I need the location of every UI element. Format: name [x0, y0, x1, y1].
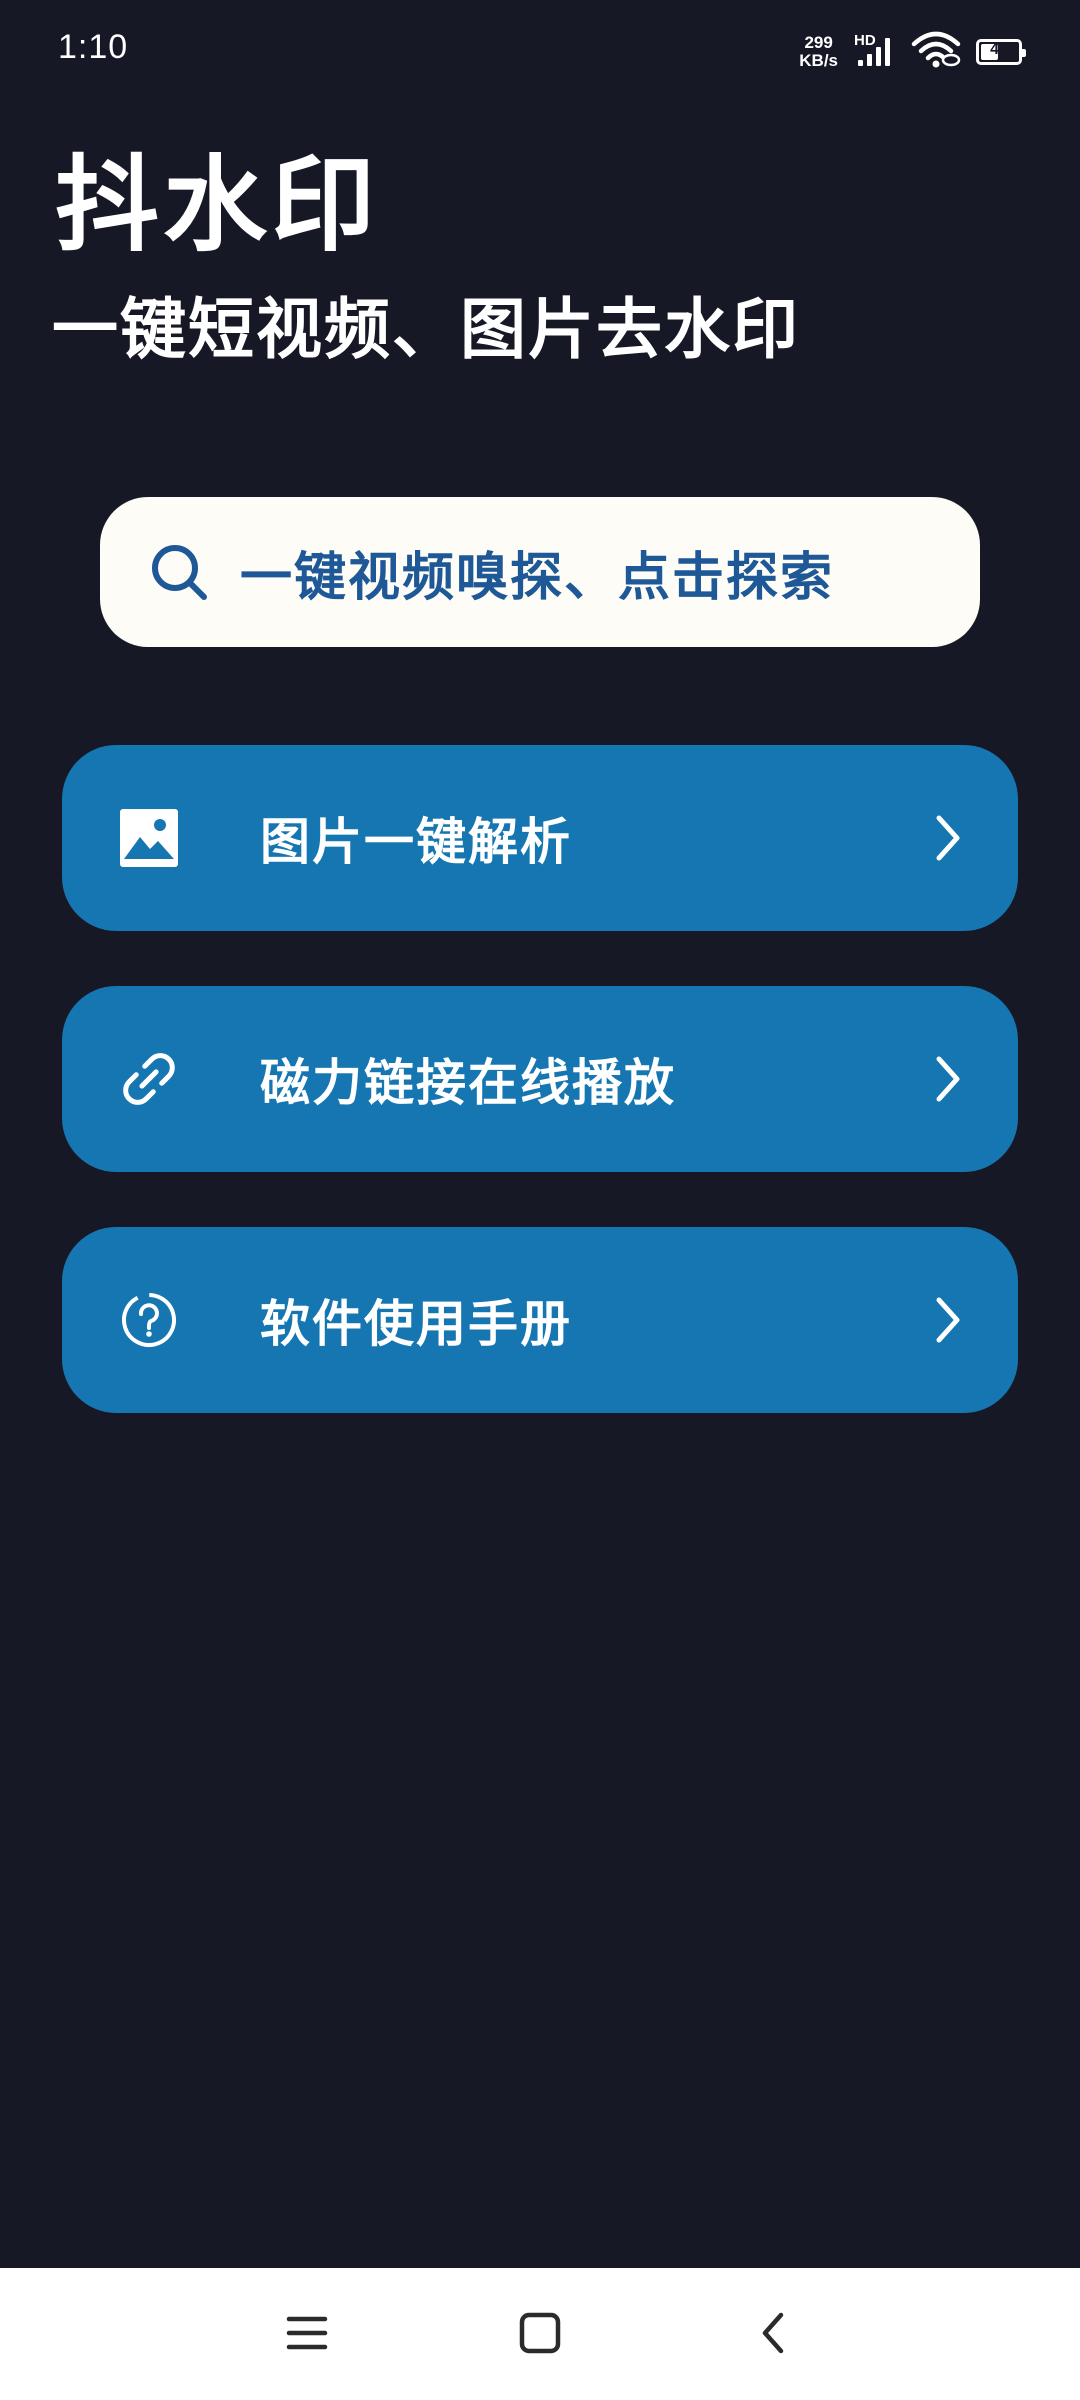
image-icon	[114, 803, 184, 873]
network-type-label: HD	[854, 32, 876, 49]
help-circle-icon	[114, 1285, 184, 1355]
menu-icon[interactable]	[262, 2288, 352, 2378]
menu-item-user-manual[interactable]: 软件使用手册	[62, 1227, 1018, 1413]
chevron-right-icon	[928, 810, 968, 866]
battery-tip	[1022, 49, 1026, 57]
menu-item-label: 软件使用手册	[260, 1295, 572, 1353]
menu-item-label: 磁力链接在线播放	[260, 1054, 676, 1112]
signal-icon: HD	[852, 32, 896, 72]
back-icon[interactable]	[728, 2288, 818, 2378]
app-title: 抖水印	[55, 144, 380, 266]
battery-level: 42	[990, 41, 1008, 58]
home-icon[interactable]	[495, 2288, 585, 2378]
link-icon	[114, 1044, 184, 1114]
chevron-right-icon	[928, 1051, 968, 1107]
network-speed-value: 299	[804, 33, 833, 52]
status-indicators: 299 KB/s HD 42	[799, 30, 1026, 74]
battery-icon: 42	[976, 39, 1026, 65]
search-box[interactable]: 一键视频嗅探、点击探索	[100, 497, 980, 647]
search-icon	[146, 539, 212, 605]
network-speed-unit: KB/s	[799, 51, 838, 70]
menu-item-label: 图片一键解析	[260, 813, 572, 871]
wifi-icon	[910, 30, 962, 74]
status-time: 1:10	[58, 28, 129, 66]
chevron-right-icon	[928, 1292, 968, 1348]
network-speed: 299 KB/s	[799, 34, 838, 70]
navigation-bar	[0, 2268, 1080, 2400]
menu-item-image-parse[interactable]: 图片一键解析	[62, 745, 1018, 931]
status-bar: 1:10 299 KB/s HD 42	[0, 0, 1080, 100]
search-label: 一键视频嗅探、点击探索	[240, 547, 835, 608]
menu-item-magnet-link[interactable]: 磁力链接在线播放	[62, 986, 1018, 1172]
app-subtitle: 一键短视频、图片去水印	[52, 291, 800, 368]
